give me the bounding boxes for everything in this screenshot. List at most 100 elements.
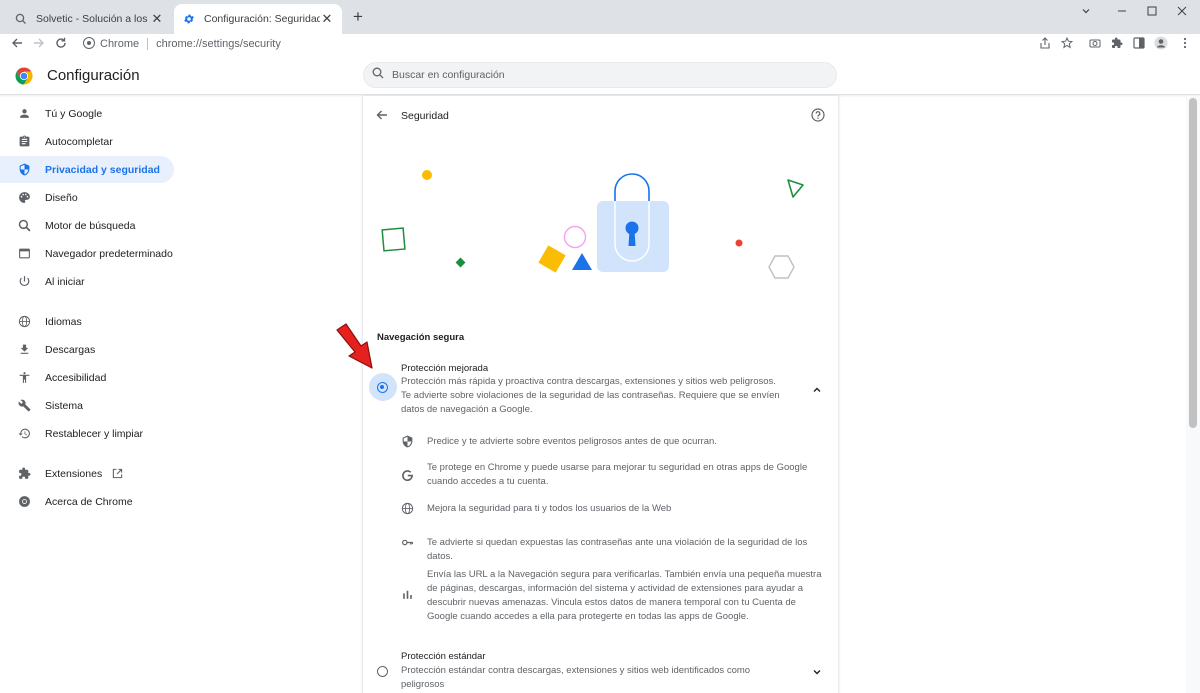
sidebar-item-label: Diseño xyxy=(45,191,78,204)
settings-header: Configuración xyxy=(0,55,1200,95)
tab-solvetic[interactable]: Solvetic - Solución a los problemas ✕ xyxy=(6,4,172,34)
reload-icon[interactable] xyxy=(52,34,70,52)
search-input[interactable] xyxy=(392,69,812,81)
key-icon xyxy=(401,536,415,550)
security-settings-card: Seguridad Navegación segura Protección m… xyxy=(362,96,839,693)
tab-settings-security[interactable]: Configuración: Seguridad ✕ xyxy=(174,4,342,34)
external-link-icon xyxy=(112,468,123,479)
new-tab-button[interactable]: + xyxy=(350,8,366,25)
bar-chart-icon xyxy=(401,588,415,602)
close-window-icon[interactable] xyxy=(1164,0,1200,22)
page-title: Configuración xyxy=(47,67,140,84)
chevron-down-icon[interactable] xyxy=(811,665,823,677)
settings-search-box[interactable] xyxy=(363,62,837,88)
chevron-up-icon[interactable] xyxy=(811,383,823,395)
back-arrow-icon[interactable] xyxy=(8,34,26,52)
sidebar-item-appearance[interactable]: Diseño xyxy=(0,184,174,211)
enhanced-protection-description: Protección más rápida y proactiva contra… xyxy=(401,376,780,415)
sidebar-item-default-browser[interactable]: Navegador predeterminado xyxy=(0,240,174,267)
sidebar-item-label: Tú y Google xyxy=(45,107,103,120)
sidebar-item-label: Autocompletar xyxy=(45,135,113,148)
browser-toolbar: Chrome chrome://settings/security xyxy=(0,34,1200,54)
restore-icon xyxy=(17,427,31,441)
sidebar-item-label: Sistema xyxy=(45,399,83,412)
back-arrow-icon[interactable] xyxy=(375,108,389,122)
security-illustration xyxy=(381,170,804,279)
tab-strip: Solvetic - Solución a los problemas ✕ Co… xyxy=(0,0,1200,34)
solvetic-favicon-icon xyxy=(14,12,28,26)
kebab-menu-icon[interactable] xyxy=(1176,34,1194,52)
bookmark-star-icon[interactable] xyxy=(1058,34,1076,52)
standard-protection-description: Protección estándar contra descargas, ex… xyxy=(401,665,751,690)
palette-icon xyxy=(17,191,31,205)
download-icon xyxy=(17,343,31,357)
search-icon xyxy=(17,219,31,233)
page-scrollbar[interactable] xyxy=(1186,96,1200,693)
browser-icon xyxy=(17,247,31,261)
shield-icon xyxy=(401,435,415,449)
card-header: Seguridad xyxy=(363,96,838,134)
share-icon[interactable] xyxy=(1036,34,1054,52)
close-tab-icon[interactable]: ✕ xyxy=(150,11,164,26)
person-icon xyxy=(17,107,31,121)
chrome-icon xyxy=(17,495,31,509)
sidebar-item-label: Idiomas xyxy=(45,315,82,328)
sidebar-item-search-engine[interactable]: Motor de búsqueda xyxy=(0,212,174,239)
camera-icon[interactable] xyxy=(1086,34,1104,52)
red-pointer-arrow-icon xyxy=(336,323,373,369)
side-panel-icon[interactable] xyxy=(1130,34,1148,52)
sidebar-item-label: Navegador predeterminado xyxy=(45,247,173,260)
search-icon xyxy=(372,66,384,84)
feature-text: Te advierte si quedan expuestas las cont… xyxy=(427,537,808,562)
sidebar-item-label: Extensiones xyxy=(45,467,103,480)
sidebar-item-you-and-google[interactable]: Tú y Google xyxy=(0,100,174,127)
sidebar-item-autofill[interactable]: Autocompletar xyxy=(0,128,174,155)
sidebar-item-label: Descargas xyxy=(45,343,96,356)
chrome-logo-icon xyxy=(83,37,95,52)
sidebar-item-label: Privacidad y seguridad xyxy=(45,163,160,176)
tab-title: Solvetic - Solución a los problemas xyxy=(36,13,150,25)
tab-title: Configuración: Seguridad xyxy=(204,13,320,25)
standard-protection-title: Protección estándar xyxy=(401,651,486,662)
clipboard-icon xyxy=(17,135,31,149)
wrench-icon xyxy=(17,399,31,413)
settings-gear-icon xyxy=(182,12,196,26)
puzzle-icon xyxy=(17,467,31,481)
sidebar-item-label: Accesibilidad xyxy=(45,371,107,384)
feature-text: Te protege en Chrome y puede usarse para… xyxy=(427,462,808,487)
forward-arrow-icon[interactable] xyxy=(30,34,48,52)
omnibox-site-label: Chrome xyxy=(100,37,140,50)
help-icon[interactable] xyxy=(811,108,825,122)
sidebar-item-label: Acerca de Chrome xyxy=(45,495,133,508)
standard-protection-radio[interactable] xyxy=(377,666,388,677)
sidebar-item-label: Motor de búsqueda xyxy=(45,219,136,232)
feature-text: Mejora la seguridad para ti y todos los … xyxy=(427,503,672,514)
scrollbar-thumb[interactable] xyxy=(1189,98,1197,428)
profile-avatar-icon[interactable] xyxy=(1152,34,1170,52)
globe-icon xyxy=(17,315,31,329)
sidebar-item-downloads[interactable]: Descargas xyxy=(0,336,174,363)
tab-search-chevron-icon[interactable] xyxy=(1068,0,1104,22)
chrome-logo-icon xyxy=(15,67,33,85)
sidebar-item-accessibility[interactable]: Accesibilidad xyxy=(0,364,174,391)
close-tab-icon[interactable]: ✕ xyxy=(320,11,334,26)
sidebar-item-extensions[interactable]: Extensiones xyxy=(0,460,174,487)
sidebar-item-about-chrome[interactable]: Acerca de Chrome xyxy=(0,488,174,515)
sidebar-item-on-startup[interactable]: Al iniciar xyxy=(0,268,174,295)
sidebar-item-languages[interactable]: Idiomas xyxy=(0,308,174,335)
accessibility-icon xyxy=(17,371,31,385)
sidebar-item-system[interactable]: Sistema xyxy=(0,392,174,419)
enhanced-protection-radio[interactable] xyxy=(377,382,388,393)
omnibox-url: chrome://settings/security xyxy=(156,37,281,50)
safe-browsing-section-title: Navegación segura xyxy=(377,332,465,343)
sidebar-item-reset-cleanup[interactable]: Restablecer y limpiar xyxy=(0,420,174,447)
sidebar-item-privacy-security[interactable]: Privacidad y seguridad xyxy=(0,156,174,183)
omnibox[interactable]: Chrome chrome://settings/security xyxy=(78,35,1078,52)
shield-icon xyxy=(17,163,31,177)
sidebar-item-label: Al iniciar xyxy=(45,275,85,288)
feature-text: Predice y te advierte sobre eventos peli… xyxy=(427,436,717,447)
power-icon xyxy=(17,275,31,289)
extensions-puzzle-icon[interactable] xyxy=(1108,34,1126,52)
google-g-icon xyxy=(401,469,415,483)
globe-icon xyxy=(401,502,415,516)
